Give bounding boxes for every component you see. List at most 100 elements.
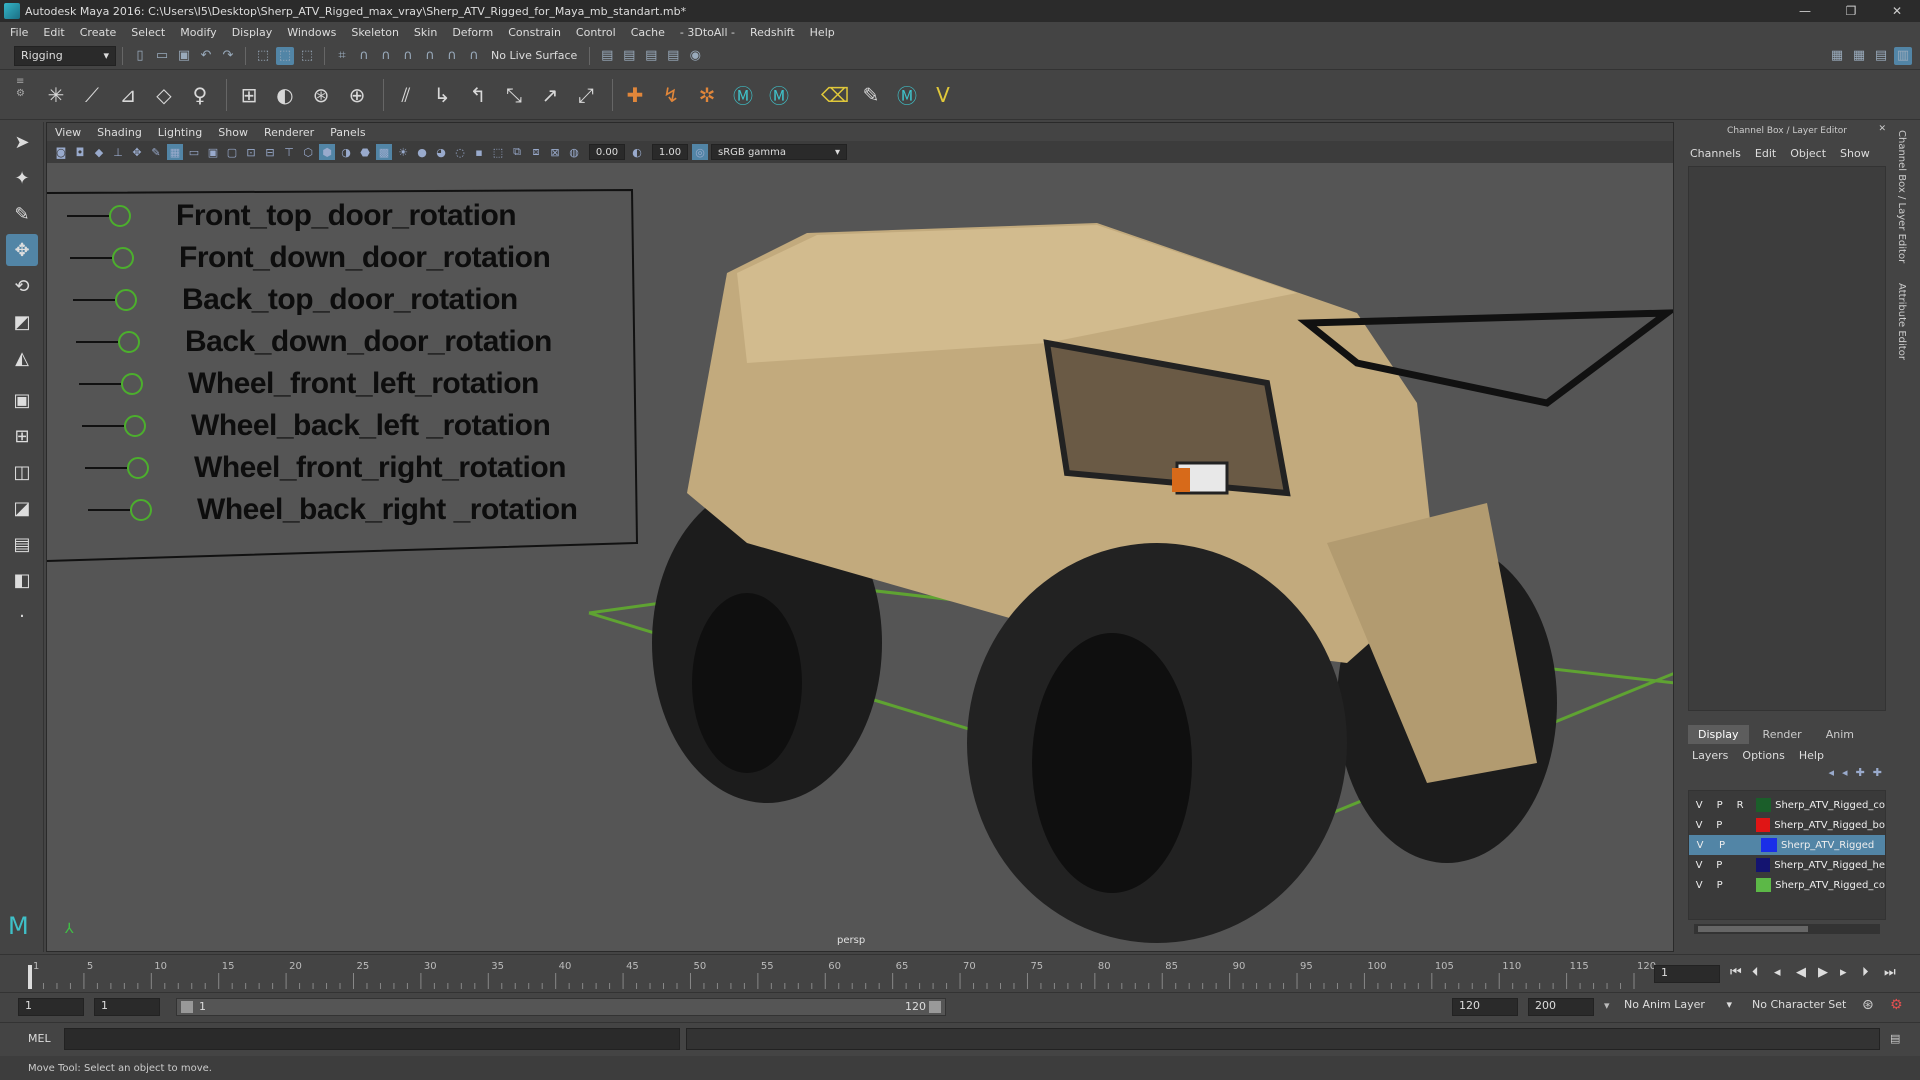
undo-icon[interactable]: ↶ bbox=[197, 47, 215, 65]
snap-grid-icon[interactable]: ⌗ bbox=[333, 47, 351, 65]
xray-components-icon[interactable]: ⊠ bbox=[547, 144, 563, 160]
range-bar[interactable]: 1 120 bbox=[176, 998, 946, 1016]
persp-graph-icon[interactable]: ▤ bbox=[6, 528, 38, 560]
control-circle-icon[interactable] bbox=[124, 415, 146, 437]
gamma-icon[interactable]: ◐ bbox=[629, 144, 645, 160]
layer-visibility[interactable]: V bbox=[1689, 800, 1709, 811]
minimize-button[interactable]: — bbox=[1782, 0, 1828, 22]
script-editor-icon[interactable]: ▤ bbox=[1890, 1032, 1900, 1045]
menu-windows[interactable]: Windows bbox=[287, 26, 336, 39]
layer-color-swatch[interactable] bbox=[1761, 838, 1777, 852]
play-forward-icon[interactable]: ▶ bbox=[1818, 965, 1840, 980]
live-surface-label[interactable]: No Live Surface bbox=[491, 49, 577, 62]
motion-blur-icon[interactable]: ◌ bbox=[452, 144, 468, 160]
cmd-language-label[interactable]: MEL bbox=[28, 1032, 64, 1045]
image-plane-icon[interactable]: ⊥ bbox=[110, 144, 126, 160]
xray-icon[interactable]: ⧉ bbox=[509, 144, 525, 160]
restore-button[interactable]: ❐ bbox=[1828, 0, 1874, 22]
snap-view-icon[interactable]: ∩ bbox=[399, 47, 417, 65]
step-forward-frame-icon[interactable]: ▸ bbox=[1840, 965, 1862, 980]
animation-start-field[interactable]: 1 bbox=[18, 998, 84, 1016]
anim-layer-dropdown[interactable]: No Anim Layer ▾ bbox=[1620, 998, 1736, 1016]
close-button[interactable]: ✕ bbox=[1874, 0, 1920, 22]
camera-attr-icon[interactable]: ◘ bbox=[72, 144, 88, 160]
scale-constraint-icon[interactable]: ⤡ bbox=[498, 79, 530, 111]
layer-playback[interactable]: P bbox=[1709, 800, 1729, 811]
control-row[interactable]: Wheel_back_right _rotation bbox=[88, 489, 578, 531]
cb-menu-object[interactable]: Object bbox=[1790, 147, 1826, 160]
cb-menu-channels[interactable]: Channels bbox=[1690, 147, 1741, 160]
freeze-transform-icon[interactable]: ↯ bbox=[655, 79, 687, 111]
save-scene-icon[interactable]: ▣ bbox=[175, 47, 193, 65]
camera-icon[interactable]: ◙ bbox=[53, 144, 69, 160]
ik-handle-icon[interactable]: ⟋ bbox=[76, 79, 108, 111]
control-row[interactable]: Wheel_back_left _rotation bbox=[82, 405, 577, 447]
textured-icon[interactable]: ▩ bbox=[376, 144, 392, 160]
go-to-end-icon[interactable]: ⏭ bbox=[1884, 965, 1906, 980]
snap-surface-icon[interactable]: ∩ bbox=[421, 47, 439, 65]
joint-tool-icon[interactable]: ✳ bbox=[40, 79, 72, 111]
current-time-marker[interactable] bbox=[28, 965, 32, 989]
move-layer-down-icon[interactable]: ◂ bbox=[1842, 766, 1848, 786]
isolate-select-icon[interactable]: ⬚ bbox=[490, 144, 506, 160]
control-circle-icon[interactable] bbox=[130, 499, 152, 521]
vp-menu-shading[interactable]: Shading bbox=[97, 126, 142, 139]
chevron-down-icon[interactable]: ▾ bbox=[1604, 999, 1610, 1012]
use-lights-icon[interactable]: ☀ bbox=[395, 144, 411, 160]
wireframe-icon[interactable]: ⬡ bbox=[300, 144, 316, 160]
new-scene-icon[interactable]: ▯ bbox=[131, 47, 149, 65]
aim-constraint-icon[interactable]: ↗ bbox=[534, 79, 566, 111]
layer-color-swatch[interactable] bbox=[1755, 858, 1771, 872]
layer-row[interactable]: V P Sherp_ATV_Rigged_co bbox=[1689, 875, 1885, 895]
layer-row-selected[interactable]: V P Sherp_ATV_Rigged bbox=[1689, 835, 1885, 855]
maya-m3-icon[interactable]: Ⓜ bbox=[891, 79, 923, 111]
menu-constrain[interactable]: Constrain bbox=[508, 26, 561, 39]
vp-menu-renderer[interactable]: Renderer bbox=[264, 126, 314, 139]
hypershade-icon[interactable]: ▤ bbox=[664, 47, 682, 65]
vp-menu-view[interactable]: View bbox=[55, 126, 81, 139]
select-object-icon[interactable]: ⬚ bbox=[276, 46, 294, 65]
move-tool-icon[interactable]: ✥ bbox=[6, 234, 38, 266]
layer-playback[interactable]: P bbox=[1711, 840, 1733, 851]
control-row[interactable]: Back_top_door_rotation bbox=[73, 279, 577, 321]
side-tab-attribute-editor[interactable]: Attribute Editor bbox=[1896, 283, 1907, 360]
cb-menu-edit[interactable]: Edit bbox=[1755, 147, 1776, 160]
shadows-icon[interactable]: ● bbox=[414, 144, 430, 160]
control-row[interactable]: Front_down_door_rotation bbox=[70, 237, 577, 279]
menu-display[interactable]: Display bbox=[232, 26, 273, 39]
new-layer-selected-icon[interactable]: ✚ bbox=[1873, 766, 1882, 786]
tab-anim[interactable]: Anim bbox=[1816, 725, 1864, 744]
maya-m2-icon[interactable]: Ⓜ bbox=[763, 79, 795, 111]
layer-row[interactable]: V P Sherp_ATV_Rigged_he bbox=[1689, 855, 1885, 875]
workspace-icon[interactable]: ▦ bbox=[1828, 47, 1846, 65]
playback-end-field[interactable]: 120 bbox=[1452, 998, 1518, 1016]
menu-cache[interactable]: Cache bbox=[631, 26, 665, 39]
vp-menu-panels[interactable]: Panels bbox=[330, 126, 365, 139]
layer-visibility[interactable]: V bbox=[1689, 860, 1709, 871]
layer-playback[interactable]: P bbox=[1709, 860, 1729, 871]
new-layer-icon[interactable]: ✚ bbox=[1856, 766, 1865, 786]
channel-box-body[interactable] bbox=[1688, 166, 1886, 711]
parent-constraint-icon[interactable]: ⫽ bbox=[390, 79, 422, 111]
control-circle-icon[interactable] bbox=[109, 205, 131, 227]
menu-file[interactable]: File bbox=[10, 26, 28, 39]
le-menu-options[interactable]: Options bbox=[1742, 749, 1784, 762]
humanik-icon[interactable]: ♀ bbox=[184, 79, 216, 111]
control-row[interactable]: Wheel_front_left_rotation bbox=[79, 363, 577, 405]
wireframe-on-shaded-icon[interactable]: ⬣ bbox=[357, 144, 373, 160]
render-frame-icon[interactable]: ▤ bbox=[598, 47, 616, 65]
screen-ao-icon[interactable]: ◕ bbox=[433, 144, 449, 160]
step-back-frame-icon[interactable]: ◂ bbox=[1774, 965, 1796, 980]
vp-menu-lighting[interactable]: Lighting bbox=[158, 126, 202, 139]
menu-control[interactable]: Control bbox=[576, 26, 616, 39]
menu-skeleton[interactable]: Skeleton bbox=[351, 26, 399, 39]
exposure-icon[interactable]: ◍ bbox=[566, 144, 582, 160]
layer-playback[interactable]: P bbox=[1709, 880, 1729, 891]
attribute-editor-toggle-icon[interactable]: ▤ bbox=[1872, 47, 1890, 65]
layer-scrollbar[interactable] bbox=[1694, 924, 1880, 934]
exposure-field[interactable]: 0.00 bbox=[589, 144, 625, 160]
layout-more-icon[interactable]: · bbox=[6, 600, 38, 632]
render-globe-icon[interactable]: ◉ bbox=[686, 47, 704, 65]
safe-title-icon[interactable]: ⊤ bbox=[281, 144, 297, 160]
four-view-icon[interactable]: ⊞ bbox=[6, 420, 38, 452]
